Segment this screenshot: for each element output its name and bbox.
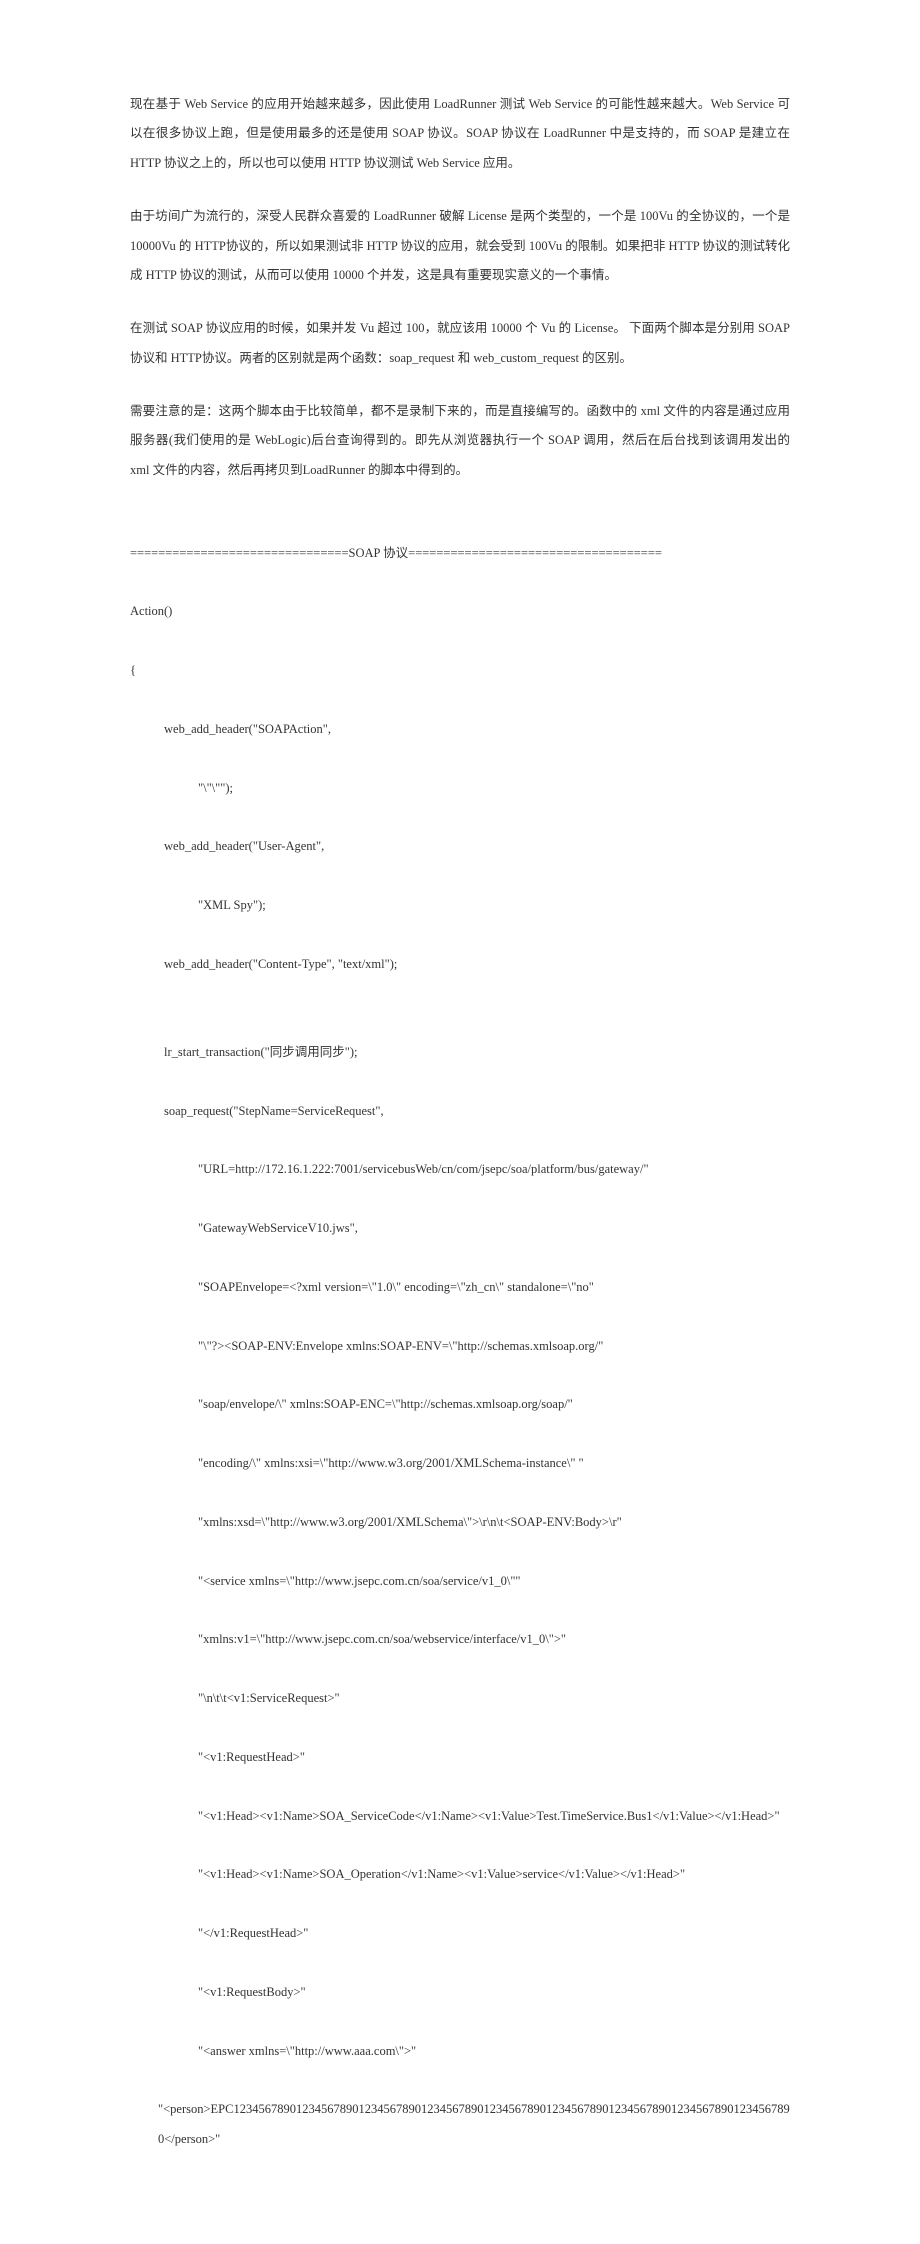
code-line: "<v1:RequestHead>" (130, 1743, 790, 1772)
code-line: "<person>EPC1234567890123456789012345678… (130, 2095, 790, 2154)
code-line: "encoding/\" xmlns:xsi=\"http://www.w3.o… (130, 1449, 790, 1478)
code-line: "\n\t\t<v1:ServiceRequest>" (130, 1684, 790, 1713)
paragraph-3: 在测试 SOAP 协议应用的时候，如果并发 Vu 超过 100，就应该用 100… (130, 314, 790, 373)
paragraph-4: 需要注意的是：这两个脚本由于比较简单，都不是录制下来的，而是直接编写的。函数中的… (130, 397, 790, 485)
code-line: "<v1:RequestBody>" (130, 1978, 790, 2007)
code-line: "SOAPEnvelope=<?xml version=\"1.0\" enco… (130, 1273, 790, 1302)
code-line: lr_start_transaction("同步调用同步"); (130, 1038, 790, 1067)
code-line: "\"?><SOAP-ENV:Envelope xmlns:SOAP-ENV=\… (130, 1332, 790, 1361)
code-line: "</v1:RequestHead>" (130, 1919, 790, 1948)
code-line: "<answer xmlns=\"http://www.aaa.com\">" (130, 2037, 790, 2066)
code-line: "<v1:Head><v1:Name>SOA_ServiceCode</v1:N… (130, 1802, 790, 1831)
code-line: web_add_header("SOAPAction", (130, 715, 790, 744)
code-line: "\"\""); (130, 774, 790, 803)
code-line: "XML Spy"); (130, 891, 790, 920)
code-line: "xmlns:v1=\"http://www.jsepc.com.cn/soa/… (130, 1625, 790, 1654)
code-line: web_add_header("Content-Type", "text/xml… (130, 950, 790, 979)
code-line: "<service xmlns=\"http://www.jsepc.com.c… (130, 1567, 790, 1596)
code-line: { (130, 656, 790, 685)
code-line: Action() (130, 597, 790, 626)
paragraph-2: 由于坊间广为流行的，深受人民群众喜爱的 LoadRunner 破解 Licens… (130, 202, 790, 290)
code-line: "GatewayWebServiceV10.jws", (130, 1214, 790, 1243)
paragraph-1: 现在基于 Web Service 的应用开始越来越多，因此使用 LoadRunn… (130, 90, 790, 178)
code-line: "URL=http://172.16.1.222:7001/servicebus… (130, 1155, 790, 1184)
code-line: "soap/envelope/\" xmlns:SOAP-ENC=\"http:… (130, 1390, 790, 1419)
code-line: ===============================SOAP 协议==… (130, 539, 790, 568)
code-line: "xmlns:xsd=\"http://www.w3.org/2001/XMLS… (130, 1508, 790, 1537)
code-block-soap: ===============================SOAP 协议==… (130, 509, 790, 2183)
code-line: web_add_header("User-Agent", (130, 832, 790, 861)
code-line: soap_request("StepName=ServiceRequest", (130, 1097, 790, 1126)
code-line: "<v1:Head><v1:Name>SOA_Operation</v1:Nam… (130, 1860, 790, 1889)
